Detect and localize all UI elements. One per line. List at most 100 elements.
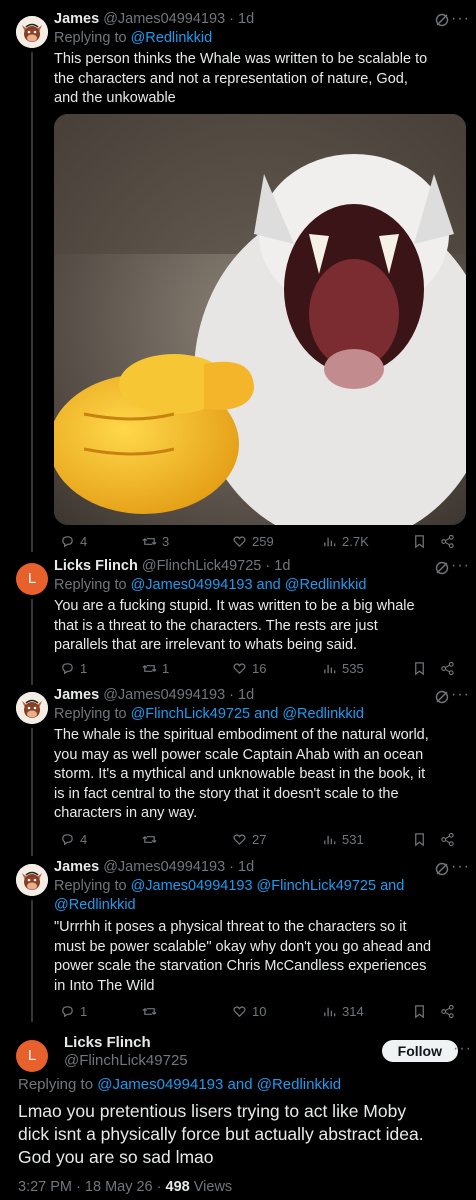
tweet-4[interactable]: James @James04994193 · 1d ··· Replying t… — [0, 858, 476, 1022]
more-icon[interactable]: ··· — [451, 686, 470, 704]
timestamp[interactable]: 1d — [238, 687, 254, 703]
timestamp[interactable]: 1d — [238, 11, 254, 27]
heart-icon — [233, 663, 246, 675]
media-gif[interactable] — [54, 114, 466, 525]
reply-button[interactable]: 4 — [60, 832, 87, 847]
replying-link[interactable]: @FlinchLick49725 and @Redlinkkid — [131, 706, 364, 722]
main-tweet[interactable]: L Licks Flinch @FlinchLick49725 Follow ·… — [0, 1032, 476, 1200]
repost-button[interactable] — [142, 832, 157, 847]
share-icon — [441, 832, 454, 847]
share-button[interactable] — [440, 1004, 455, 1019]
tweet-header: James @James04994193 · 1d — [54, 858, 436, 877]
display-name[interactable]: James — [54, 687, 99, 703]
more-icon[interactable]: ··· — [451, 557, 470, 575]
avatar[interactable]: L — [16, 563, 48, 595]
post-date[interactable]: 18 May 26 — [85, 1179, 153, 1195]
views-button[interactable]: 314 — [322, 1004, 364, 1019]
like-button[interactable]: 27 — [232, 832, 266, 847]
repost-count: 3 — [162, 534, 170, 549]
replying-to: Replying to @James04994193 @FlinchLick49… — [54, 877, 404, 915]
user-handle[interactable]: @James04994193 — [103, 687, 225, 703]
share-button[interactable] — [440, 832, 455, 847]
repost-icon — [142, 538, 157, 545]
timestamp[interactable]: 1d — [274, 558, 290, 574]
follow-button[interactable]: Follow — [381, 1040, 458, 1062]
replying-to: Replying to @James04994193 and @Redlinkk… — [54, 576, 366, 595]
user-handle[interactable]: @James04994193 — [103, 11, 225, 27]
avatar[interactable]: L — [16, 1040, 48, 1072]
like-button[interactable]: 16 — [232, 661, 266, 676]
bookmark-button[interactable] — [412, 832, 427, 847]
repost-button[interactable]: 1 — [142, 661, 169, 676]
replying-to: Replying to @Redlinkkid — [54, 29, 212, 48]
view-count: 2.7K — [342, 534, 369, 549]
avatar[interactable] — [16, 16, 48, 48]
tweet-text-line: you may as well power scale Captain Ahab… — [54, 746, 424, 763]
display-name[interactable]: Licks Flinch — [64, 1034, 151, 1051]
user-handle[interactable]: @FlinchLick49725 — [142, 558, 262, 574]
views-count: 498 — [165, 1179, 190, 1195]
user-handle[interactable]: @James04994193 — [103, 859, 225, 875]
grok-icon[interactable] — [434, 560, 450, 576]
reply-button[interactable]: 1 — [60, 661, 87, 676]
bull-emoji-icon — [16, 692, 48, 724]
grok-icon[interactable] — [434, 689, 450, 705]
heart-icon — [233, 536, 246, 548]
more-icon[interactable]: ··· — [453, 1040, 472, 1058]
tweet-header: James @James04994193 · 1d — [54, 10, 436, 29]
tweet-text-line: "Urrrhh it poses a physical threat to th… — [54, 919, 407, 935]
like-button[interactable]: 259 — [232, 534, 274, 549]
tweet-1[interactable]: James @James04994193 · 1d ··· Replying t… — [0, 8, 476, 553]
repost-button[interactable]: 3 — [142, 534, 169, 549]
views-button[interactable]: 535 — [322, 661, 364, 676]
tweet-3[interactable]: James @James04994193 · 1d ··· Replying t… — [0, 686, 476, 856]
like-count: 27 — [252, 832, 267, 847]
tweet-header: Licks Flinch @FlinchLick49725 · 1d — [54, 557, 436, 576]
share-button[interactable] — [440, 534, 455, 549]
reply-button[interactable]: 4 — [60, 534, 87, 549]
display-name[interactable]: James — [54, 11, 99, 27]
tweet-text-line: the characters and not a representation … — [54, 70, 408, 87]
repost-icon — [142, 836, 157, 843]
user-handle[interactable]: @FlinchLick49725 — [64, 1052, 188, 1069]
replying-link[interactable]: @Redlinkkid — [54, 897, 136, 913]
tweet-text: Lmao you pretentious lisers trying to ac… — [18, 1100, 458, 1169]
tweet-actions: 4 3 259 2.7K — [54, 534, 462, 554]
display-name[interactable]: James — [54, 859, 99, 875]
timestamp[interactable]: 1d — [238, 859, 254, 875]
views-icon — [324, 537, 336, 547]
bookmark-button[interactable] — [412, 661, 427, 676]
replying-prefix: Replying to — [54, 878, 127, 894]
reply-icon — [62, 536, 73, 548]
views-icon — [324, 835, 336, 845]
views-button[interactable]: 2.7K — [322, 534, 369, 549]
grok-icon[interactable] — [434, 861, 450, 877]
views-button[interactable]: 531 — [322, 832, 364, 847]
like-button[interactable]: 10 — [232, 1004, 266, 1019]
more-icon[interactable]: ··· — [451, 10, 470, 28]
post-time[interactable]: 3:27 PM — [18, 1179, 72, 1195]
avatar[interactable] — [16, 692, 48, 724]
tweet-text-line: and the unkowable — [54, 90, 176, 106]
replying-link[interactable]: @James04994193 and @Redlinkkid — [97, 1076, 341, 1093]
repost-button[interactable] — [142, 1004, 157, 1019]
display-name[interactable]: Licks Flinch — [54, 558, 138, 574]
reply-count: 4 — [80, 832, 88, 847]
replying-prefix: Replying to — [18, 1076, 94, 1093]
more-icon[interactable]: ··· — [451, 858, 470, 876]
replying-link[interactable]: @James04994193 and @Redlinkkid — [131, 577, 367, 593]
tweet-text-line: storm. It's a mythical and unknowable be… — [54, 766, 426, 782]
replying-link[interactable]: @James04994193 @FlinchLick49725 and — [131, 878, 405, 894]
bookmark-button[interactable] — [412, 534, 427, 549]
share-button[interactable] — [440, 661, 455, 676]
grok-icon[interactable] — [434, 12, 450, 28]
reply-count: 1 — [80, 1004, 88, 1019]
reply-button[interactable]: 1 — [60, 1004, 87, 1019]
repost-count: 1 — [162, 661, 170, 676]
avatar[interactable] — [16, 864, 48, 896]
replying-link[interactable]: @Redlinkkid — [131, 30, 213, 46]
bookmark-button[interactable] — [412, 1004, 427, 1019]
tweet-2[interactable]: L Licks Flinch @FlinchLick49725 · 1d ···… — [0, 557, 476, 685]
view-count: 535 — [342, 661, 364, 676]
tweet-text: "Urrrhh it poses a physical threat to th… — [54, 918, 462, 996]
